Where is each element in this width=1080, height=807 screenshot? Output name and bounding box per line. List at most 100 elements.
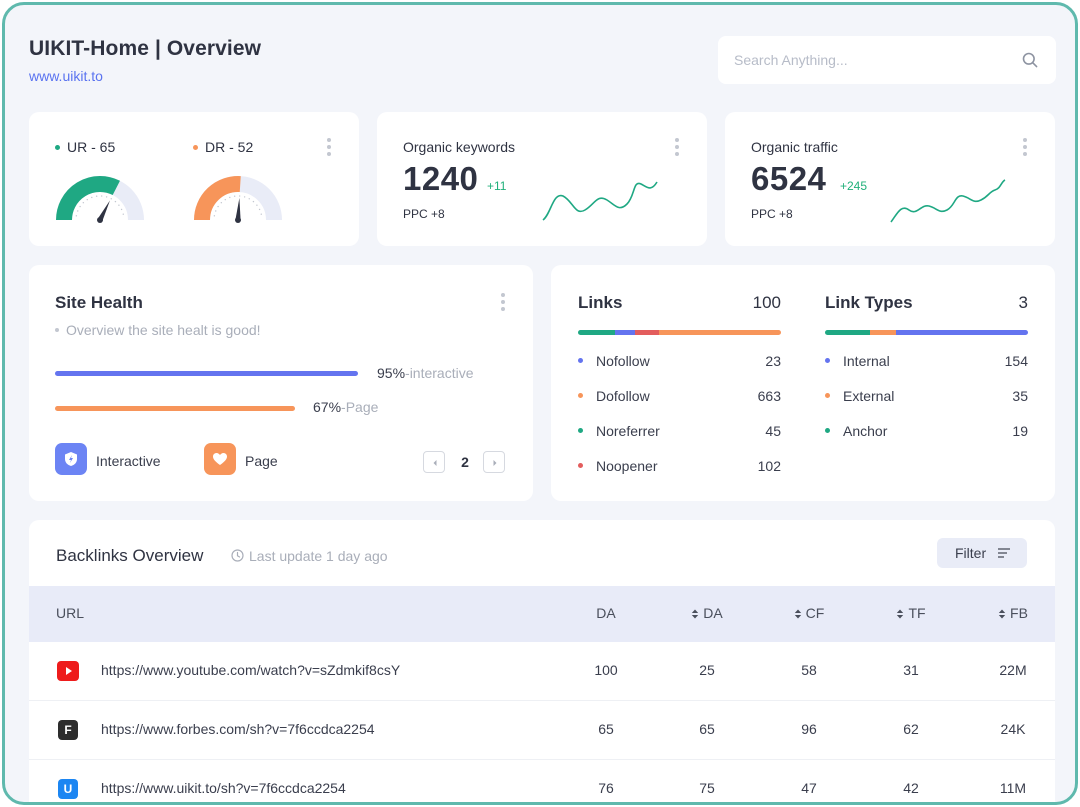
row-da2: 75 — [699, 780, 715, 796]
organic-traffic-sparkline — [890, 179, 1006, 223]
list-item-value: 45 — [765, 423, 781, 439]
row-url[interactable]: https://www.youtube.com/watch?v=sZdmkif8… — [101, 662, 400, 678]
table-row[interactable]: Uhttps://www.uikit.to/sh?v=7f6ccdca2254 7… — [29, 760, 1055, 802]
row-cf: 47 — [801, 780, 817, 796]
gauge-tick — [224, 198, 226, 201]
gauge-tick — [122, 213, 124, 215]
list-item: Anchor 19 — [825, 419, 1028, 443]
organic-keywords-delta: +11 — [487, 179, 507, 193]
heart-icon — [213, 453, 227, 465]
dr-dot — [193, 144, 198, 150]
search-icon[interactable] — [1022, 52, 1038, 68]
pager-prev-button[interactable] — [423, 451, 445, 473]
gauge-fill — [194, 176, 241, 221]
list-item-value: 663 — [757, 388, 781, 404]
organic-keywords-title: Organic keywords — [403, 139, 516, 155]
site-health-menu-icon[interactable] — [499, 293, 507, 313]
gauge-tick — [91, 196, 93, 199]
organic-keywords-menu-icon[interactable] — [673, 138, 681, 158]
filter-button[interactable]: Filter — [937, 538, 1027, 568]
col-url[interactable]: URL — [56, 605, 84, 621]
chevron-left-icon — [433, 460, 437, 466]
gauge-tick — [213, 215, 216, 217]
link-types-total: 3 — [1018, 293, 1028, 312]
gauge-fill — [56, 176, 120, 221]
ur-gauge — [56, 176, 144, 223]
list-item-label: Dofollow — [596, 388, 650, 404]
legend-dot — [578, 358, 583, 363]
stack-segment — [659, 330, 781, 335]
youtube-icon — [57, 661, 79, 681]
row-fb: 22M — [999, 662, 1027, 678]
filter-lines-icon — [998, 548, 1010, 558]
row-da: 76 — [598, 780, 614, 796]
gauge-tick — [217, 205, 219, 208]
stack-segment — [634, 330, 660, 335]
col-tf-sort[interactable]: TF — [881, 605, 941, 621]
list-item: Dofollow 663 — [578, 384, 781, 408]
uikit-icon: U — [58, 779, 78, 799]
table-row[interactable]: Fhttps://www.forbes.com/sh?v=7f6ccdca225… — [29, 701, 1055, 760]
pager-current-page: 2 — [461, 454, 469, 470]
organic-keywords-value: 1240 — [403, 160, 479, 197]
link-types-title: Link Types — [825, 293, 913, 312]
chevron-right-icon — [493, 460, 497, 466]
site-url-link[interactable]: www.uikit.to — [29, 68, 103, 84]
stack-segment — [869, 330, 897, 335]
col-da[interactable]: DA — [581, 605, 631, 621]
row-da: 100 — [594, 662, 618, 678]
sort-icon[interactable] — [794, 605, 806, 621]
col-da-sort[interactable]: DA — [677, 605, 737, 621]
list-item-label: Noopener — [596, 458, 658, 474]
page-legend-label: Page — [245, 453, 278, 469]
sort-icon[interactable] — [896, 605, 908, 621]
filter-button-label: Filter — [955, 545, 987, 561]
legend-dot — [578, 428, 583, 433]
list-item: Internal 154 — [825, 349, 1028, 373]
search-box[interactable] — [718, 36, 1056, 84]
list-item-label: External — [843, 388, 895, 404]
gauge-tick — [233, 195, 236, 197]
interactive-progress-label: 95%-interactive — [377, 365, 474, 381]
list-item-value: 154 — [1004, 353, 1028, 369]
row-tf: 62 — [903, 721, 919, 737]
list-item-value: 35 — [1012, 388, 1028, 404]
organic-keywords-sparkline — [542, 181, 658, 221]
gauges-menu-icon[interactable] — [325, 138, 333, 158]
site-health-title: Site Health — [55, 293, 143, 312]
gauge-tick — [86, 198, 88, 201]
ur-dot — [55, 144, 60, 150]
stack-segment — [825, 330, 870, 335]
organic-traffic-value: 6524 — [751, 160, 827, 197]
gauge-tick — [114, 200, 117, 203]
link-types-stacked-bar — [825, 330, 1028, 335]
row-url[interactable]: https://www.uikit.to/sh?v=7f6ccdca2254 — [101, 780, 346, 796]
search-input[interactable] — [734, 36, 1014, 84]
list-item: Noopener 102 — [578, 454, 781, 478]
row-da2: 25 — [699, 662, 715, 678]
organic-traffic-title: Organic traffic — [751, 139, 838, 155]
col-fb-sort[interactable]: FB — [983, 605, 1043, 621]
sort-icon[interactable] — [691, 605, 703, 621]
organic-keywords-card: Organic keywords 1240 +11 PPC +8 — [377, 112, 707, 246]
table-row[interactable]: https://www.youtube.com/watch?v=sZdmkif8… — [29, 642, 1055, 701]
stack-segment — [578, 330, 615, 335]
row-da: 65 — [598, 721, 614, 737]
gauge-tick — [110, 198, 112, 200]
site-health-subtitle: Overview the site healt is good! — [55, 322, 261, 338]
list-item-value: 102 — [757, 458, 781, 474]
page-title: UIKIT-Home | Overview — [29, 37, 262, 60]
organic-traffic-menu-icon[interactable] — [1021, 138, 1029, 158]
gauge-needle-hub — [97, 217, 103, 223]
links-card: Links 100 Nofollow 23 Dofollow 663 Noreferre… — [551, 265, 1055, 501]
col-cf-sort[interactable]: CF — [779, 605, 839, 621]
list-item-value: 23 — [765, 353, 781, 369]
row-da2: 65 — [699, 721, 715, 737]
list-item-label: Nofollow — [596, 353, 650, 369]
dr-gauge — [194, 176, 282, 223]
pager-next-button[interactable] — [483, 451, 505, 473]
links-total: 100 — [752, 293, 781, 312]
row-fb: 24K — [1000, 721, 1026, 737]
sort-icon[interactable] — [998, 605, 1010, 621]
row-url[interactable]: https://www.forbes.com/sh?v=7f6ccdca2254 — [101, 721, 375, 737]
